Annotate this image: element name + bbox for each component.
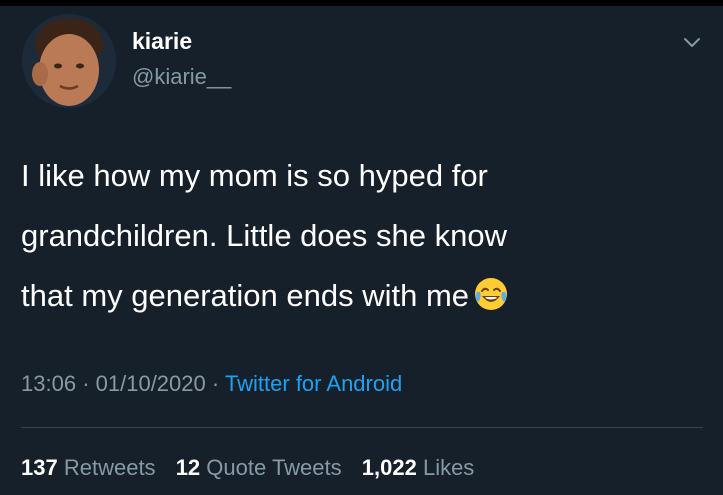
quote-tweets-label: Quote Tweets: [206, 455, 342, 480]
tweet-stats: 137 Retweets 12 Quote Tweets 1,022 Likes: [21, 454, 488, 482]
meta-separator: ·: [82, 371, 90, 396]
likes-label: Likes: [422, 455, 475, 480]
tweet-date[interactable]: 01/10/2020: [96, 371, 206, 396]
divider: [21, 427, 703, 428]
retweets-label: Retweets: [63, 455, 156, 480]
tweet-card: kiarie @kiarie__ I like how my mom is so…: [0, 6, 723, 495]
likes-count: 1,022: [361, 455, 417, 480]
tweet-text-line: I like how my mom is so hyped for: [21, 158, 488, 193]
quote-tweets-stat[interactable]: 12 Quote Tweets: [176, 455, 342, 480]
tweet-text-line: grandchildren. Little does she know: [21, 218, 507, 253]
tweet-meta: 13:06 · 01/10/2020 · Twitter for Android: [21, 370, 402, 398]
tweet-source-link[interactable]: Twitter for Android: [225, 371, 402, 396]
avatar[interactable]: [22, 14, 116, 108]
face-with-tears-of-joy-icon: [473, 272, 509, 310]
user-handle[interactable]: @kiarie__: [132, 64, 231, 90]
tweet-text: I like how my mom is so hyped for grandc…: [21, 146, 701, 326]
avatar-image: [22, 14, 116, 108]
chevron-down-icon[interactable]: [680, 30, 704, 54]
tweet-time[interactable]: 13:06: [21, 371, 76, 396]
tweet-text-line-content: that my generation ends with me: [21, 278, 470, 313]
retweets-stat[interactable]: 137 Retweets: [21, 455, 156, 480]
display-name[interactable]: kiarie: [132, 28, 192, 54]
retweets-count: 137: [21, 455, 58, 480]
likes-stat[interactable]: 1,022 Likes: [362, 455, 475, 480]
quote-tweets-count: 12: [175, 455, 201, 480]
tweet-text-line: that my generation ends with me: [21, 266, 701, 326]
meta-separator: ·: [211, 371, 220, 396]
